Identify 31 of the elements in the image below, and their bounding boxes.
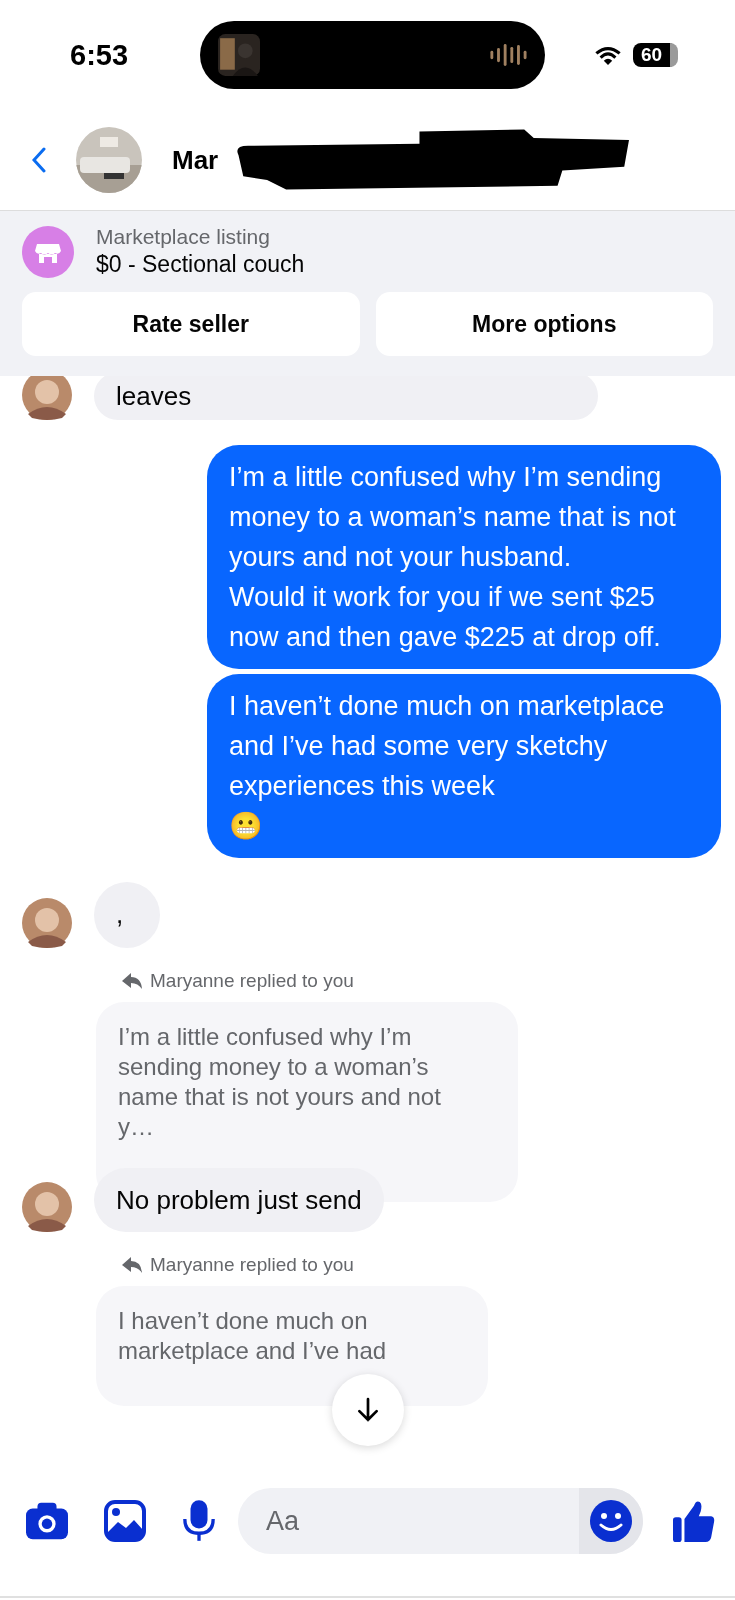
reply-label: Maryanne replied to you bbox=[150, 970, 354, 992]
quoted-message: I haven’t done much on marketplace and I’ve had bbox=[96, 1286, 488, 1406]
microphone-icon[interactable] bbox=[182, 1500, 216, 1542]
back-icon[interactable] bbox=[32, 147, 46, 173]
avatar bbox=[22, 898, 72, 948]
battery-icon: 60 bbox=[633, 43, 679, 67]
reply-icon bbox=[122, 1256, 142, 1274]
contact-name: Mar bbox=[171, 144, 219, 176]
shop-icon bbox=[22, 225, 74, 278]
message-bubble: I haven’t done much on marketplace and I’ve had some very sketchy experiences this week 😬 bbox=[207, 674, 721, 858]
camera-icon[interactable] bbox=[26, 1500, 68, 1542]
reply-icon bbox=[122, 972, 142, 990]
avatar bbox=[22, 1182, 72, 1232]
waveform-icon bbox=[489, 43, 527, 67]
message-bubble: I’m a little confused why I’m sending money to a woman’s name that is not yours and not your husband. Would it work for you if we sent $25 now and then gave $225 at drop off. bbox=[207, 445, 721, 669]
like-icon[interactable] bbox=[673, 1500, 715, 1542]
reply-label: Maryanne replied to you bbox=[150, 1254, 354, 1276]
message-bubble: , bbox=[94, 882, 160, 948]
listing-label: Marketplace listing bbox=[96, 225, 271, 249]
down-arrow-icon bbox=[355, 1397, 381, 1423]
listing-title: $0 - Sectional couch bbox=[96, 251, 305, 278]
listing-button[interactable]: More options bbox=[375, 292, 713, 356]
listing-button[interactable]: Rate seller bbox=[22, 292, 360, 356]
message-bubble: leaves bbox=[94, 376, 598, 420]
wifi-icon bbox=[595, 45, 621, 65]
emoji-icon[interactable] bbox=[589, 1499, 633, 1543]
image-icon[interactable] bbox=[104, 1500, 146, 1542]
scroll-down-button[interactable] bbox=[332, 1374, 404, 1446]
message-bubble: No problem just send bbox=[94, 1168, 384, 1232]
status-time: 6:53 bbox=[70, 38, 130, 72]
avatar bbox=[22, 376, 72, 420]
